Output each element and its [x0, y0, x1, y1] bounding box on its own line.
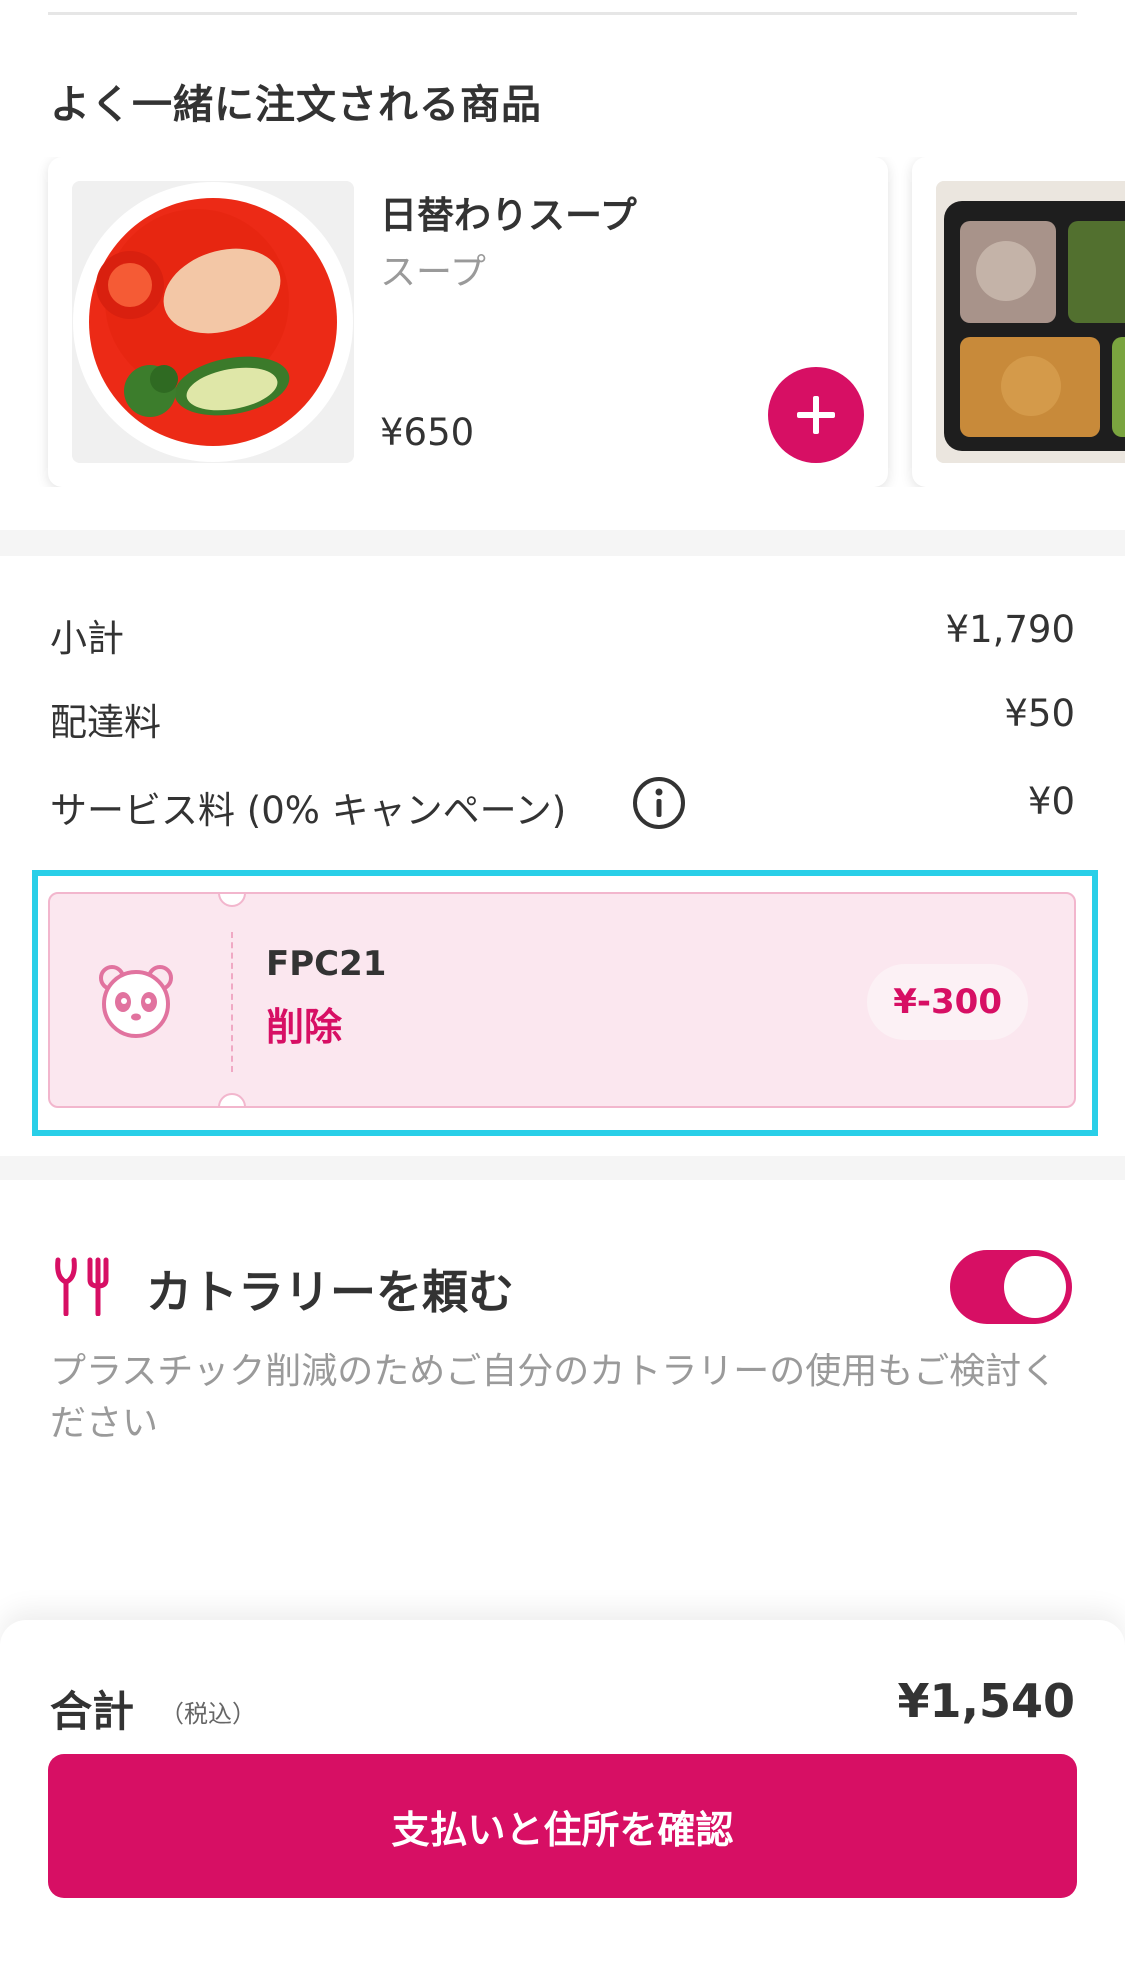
checkout-button[interactable]: 支払いと住所を確認: [48, 1754, 1077, 1898]
toggle-knob: [1004, 1256, 1066, 1318]
cutlery-title: カトラリーを頼む: [146, 1265, 514, 1319]
subtotal-label: 小計: [50, 617, 124, 660]
cutlery-note: プラスチック削減のためご自分のカトラリーの使用もご検討ください: [50, 1351, 1058, 1444]
voucher-discount-badge: ¥-300: [867, 964, 1028, 1040]
service-fee-label: サービス料 (0% キャンペーン): [50, 789, 567, 832]
voucher-separator: [231, 932, 233, 1072]
panda-icon: [99, 965, 173, 1038]
remove-voucher-link[interactable]: 削除: [266, 996, 342, 1051]
cutlery-toggle[interactable]: [950, 1250, 1072, 1324]
divider: [48, 12, 1077, 15]
section-divider: [0, 1156, 1125, 1180]
summary-row-subtotal: 小計 ¥1,790: [50, 608, 1075, 660]
voucher-notch: [218, 894, 246, 907]
recommendations-carousel[interactable]: 日替わりスープ スープ ¥650: [0, 157, 1125, 487]
subtotal-value: ¥1,790: [945, 608, 1075, 651]
product-price: ¥650: [380, 411, 475, 454]
summary-row-service: サービス料 (0% キャンペーン) ¥0: [50, 777, 1075, 832]
product-image: [72, 181, 354, 463]
product-name: 日替わりスープ: [380, 194, 637, 237]
section-divider: [0, 530, 1125, 556]
recommendations-title: よく一緒に注文される商品: [50, 82, 542, 128]
add-to-cart-button[interactable]: [768, 367, 864, 463]
product-category: スープ: [380, 252, 486, 293]
voucher-notch: [218, 1093, 246, 1106]
info-icon[interactable]: [632, 776, 686, 830]
total-value: ¥1,540: [897, 1674, 1075, 1728]
service-fee-value: ¥0: [1027, 780, 1075, 823]
product-card[interactable]: [912, 157, 1125, 487]
delivery-fee-value: ¥50: [1004, 692, 1075, 735]
plus-icon: [797, 396, 835, 434]
product-image: [936, 181, 1125, 463]
checkout-page: よく一緒に注文される商品 日替わりスープ スープ ¥650 小計 ¥1,790 …: [0, 0, 1125, 1969]
tax-note: （税込）: [160, 1700, 256, 1728]
cutlery-icon: [55, 1257, 109, 1316]
checkout-footer: 合計 （税込） ¥1,540 支払いと住所を確認: [0, 1620, 1125, 1969]
total-label: 合計: [50, 1687, 135, 1736]
product-card[interactable]: 日替わりスープ スープ ¥650: [48, 157, 888, 487]
delivery-fee-label: 配達料: [50, 701, 161, 744]
voucher-code: FPC21: [266, 944, 387, 984]
voucher-card[interactable]: FPC21 削除 ¥-300: [48, 892, 1076, 1108]
summary-row-delivery: 配達料 ¥50: [50, 692, 1075, 744]
